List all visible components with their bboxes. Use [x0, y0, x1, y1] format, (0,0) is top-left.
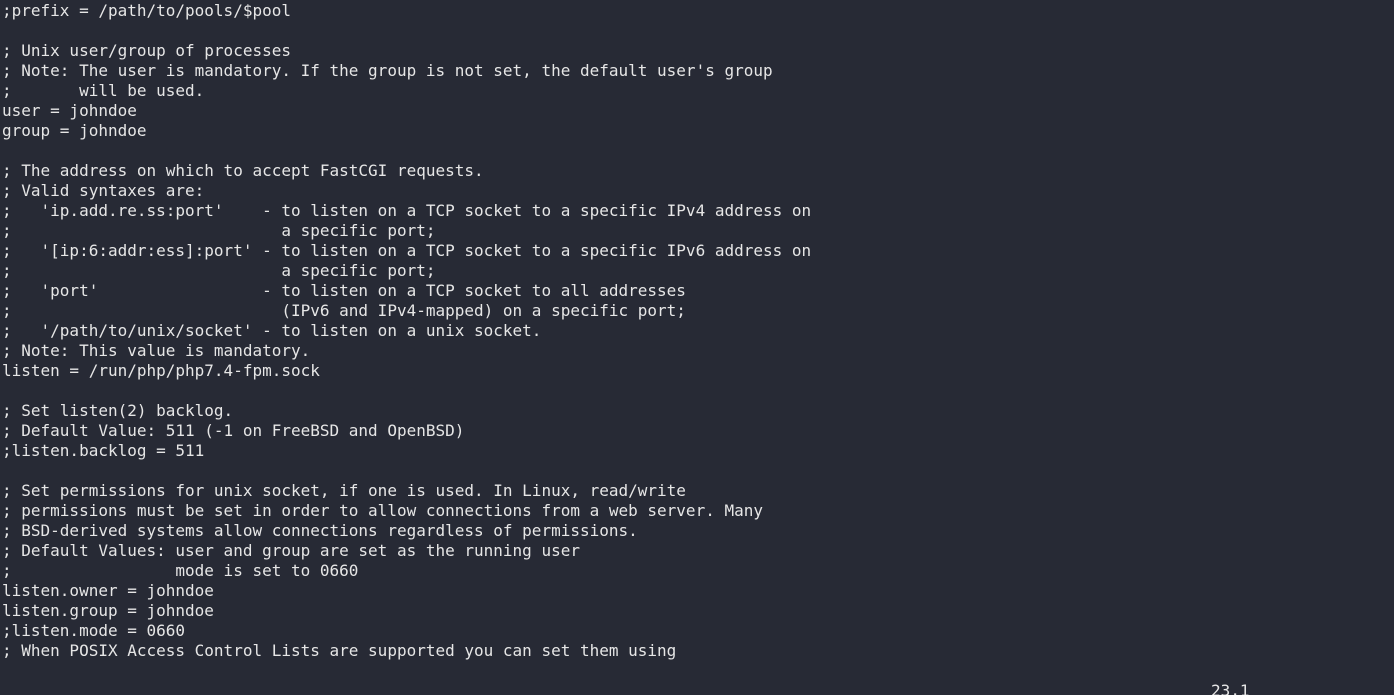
buffer-line[interactable]: listen.group = johndoe — [2, 601, 1394, 621]
buffer-line[interactable]: ; Default Values: user and group are set… — [2, 541, 1394, 561]
buffer-line[interactable]: ; When POSIX Access Control Lists are su… — [2, 641, 1394, 661]
editor-buffer[interactable]: ;prefix = /path/to/pools/$pool ; Unix us… — [2, 1, 1394, 661]
buffer-line[interactable]: ; a specific port; — [2, 261, 1394, 281]
buffer-line[interactable]: ; Note: This value is mandatory. — [2, 341, 1394, 361]
buffer-line[interactable]: ; '[ip:6:addr:ess]:port' - to listen on … — [2, 241, 1394, 261]
buffer-line[interactable]: ; mode is set to 0660 — [2, 561, 1394, 581]
buffer-line[interactable]: ; 'ip.add.re.ss:port' - to listen on a T… — [2, 201, 1394, 221]
buffer-line[interactable]: ; permissions must be set in order to al… — [2, 501, 1394, 521]
buffer-line[interactable] — [2, 381, 1394, 401]
buffer-line[interactable]: ; a specific port; — [2, 221, 1394, 241]
buffer-line[interactable] — [2, 21, 1394, 41]
buffer-line[interactable]: ; (IPv6 and IPv4-mapped) on a specific p… — [2, 301, 1394, 321]
buffer-line[interactable]: group = johndoe — [2, 121, 1394, 141]
buffer-line[interactable]: listen = /run/php/php7.4-fpm.sock — [2, 361, 1394, 381]
buffer-line[interactable]: listen.owner = johndoe — [2, 581, 1394, 601]
buffer-line[interactable]: ;prefix = /path/to/pools/$pool — [2, 1, 1394, 21]
buffer-line[interactable]: ; BSD-derived systems allow connections … — [2, 521, 1394, 541]
buffer-line[interactable]: ;listen.backlog = 511 — [2, 441, 1394, 461]
buffer-line[interactable] — [2, 461, 1394, 481]
buffer-line[interactable]: ; Valid syntaxes are: — [2, 181, 1394, 201]
status-line: 23,1 4% — [0, 661, 1394, 695]
buffer-line[interactable]: ; Note: The user is mandatory. If the gr… — [2, 61, 1394, 81]
buffer-line[interactable]: ; Set permissions for unix socket, if on… — [2, 481, 1394, 501]
buffer-line[interactable]: user = johndoe — [2, 101, 1394, 121]
buffer-line[interactable]: ; Set listen(2) backlog. — [2, 401, 1394, 421]
buffer-line[interactable]: ; 'port' - to listen on a TCP socket to … — [2, 281, 1394, 301]
buffer-line[interactable]: ; '/path/to/unix/socket' - to listen on … — [2, 321, 1394, 341]
buffer-line[interactable] — [2, 141, 1394, 161]
buffer-line[interactable]: ; Default Value: 511 (-1 on FreeBSD and … — [2, 421, 1394, 441]
cursor-position: 23,1 — [1211, 681, 1250, 695]
buffer-line[interactable]: ;listen.mode = 0660 — [2, 621, 1394, 641]
buffer-line[interactable]: ; The address on which to accept FastCGI… — [2, 161, 1394, 181]
terminal-window[interactable]: ;prefix = /path/to/pools/$pool ; Unix us… — [0, 0, 1394, 695]
buffer-line[interactable]: ; will be used. — [2, 81, 1394, 101]
buffer-line[interactable]: ; Unix user/group of processes — [2, 41, 1394, 61]
